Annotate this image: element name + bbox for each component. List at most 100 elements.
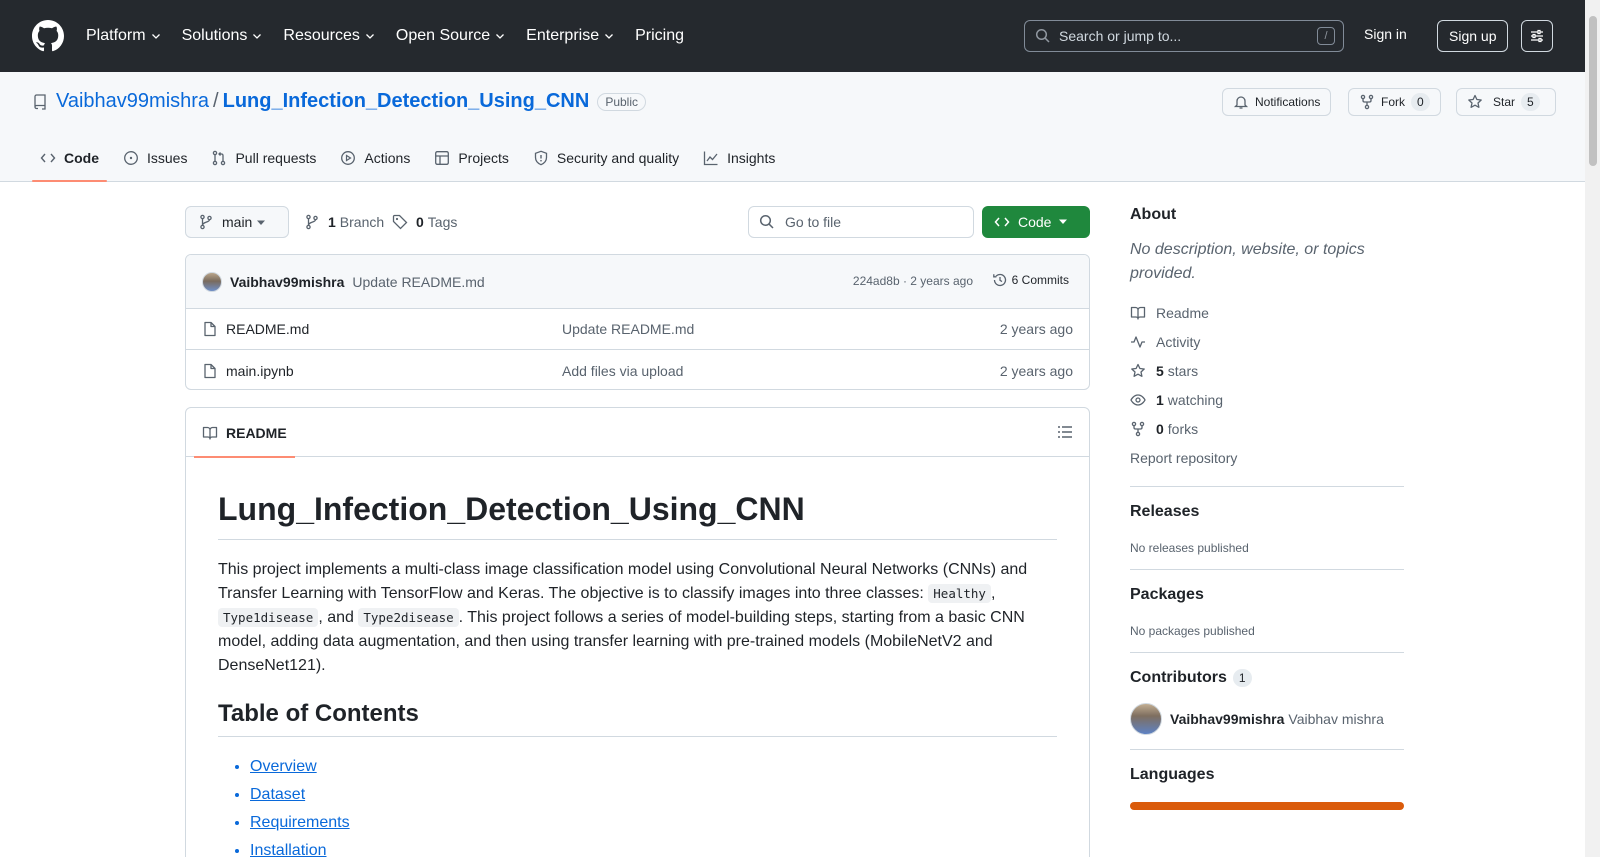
divider	[1130, 652, 1404, 653]
forks-count: 0	[1156, 420, 1164, 437]
tab-pull-requests[interactable]: Pull requests	[203, 138, 324, 182]
search-icon	[1035, 28, 1050, 43]
avatar[interactable]	[202, 271, 222, 292]
file-name[interactable]: README.md	[226, 321, 562, 337]
packages-heading[interactable]: Packages	[1130, 586, 1404, 604]
readme-content: Lung_Infection_Detection_Using_CNN This …	[186, 457, 1089, 857]
repo-owner-link[interactable]: Vaibhav99mishra	[56, 90, 209, 113]
sign-in-link[interactable]: Sign in	[1364, 26, 1407, 42]
watching-label: watching	[1167, 391, 1224, 408]
toc-link-installation[interactable]: Installation	[250, 842, 327, 857]
file-icon	[204, 321, 216, 337]
tab-actions[interactable]: Actions	[332, 138, 418, 182]
divider	[1130, 569, 1404, 570]
branches-link[interactable]: 1 Branch	[304, 214, 384, 230]
scrollbar-thumb[interactable]	[1589, 16, 1597, 166]
nav-solutions[interactable]: Solutions	[182, 27, 264, 45]
star-button[interactable]: Star 5	[1456, 88, 1556, 116]
divider	[1130, 749, 1404, 750]
inline-code: Type2disease	[358, 608, 459, 627]
readme-link[interactable]: Readme	[1130, 298, 1404, 327]
file-date: 2 years ago	[999, 362, 1073, 379]
readme-intro: This project implements a multi-class im…	[218, 558, 1057, 678]
toc-link-overview[interactable]: Overview	[250, 758, 317, 775]
file-row[interactable]: README.md Update README.md 2 years ago	[186, 309, 1089, 350]
inline-code: Healthy	[928, 584, 991, 603]
file-commit-message[interactable]: Update README.md	[562, 321, 694, 337]
file-row[interactable]: main.ipynb Add files via upload 2 years …	[186, 350, 1089, 389]
readme-header: README	[186, 408, 1089, 458]
toc-link-dataset[interactable]: Dataset	[250, 786, 305, 803]
code-button-label: Code	[1018, 214, 1052, 230]
list-icon[interactable]	[1057, 424, 1073, 440]
avatar[interactable]	[1130, 703, 1162, 735]
search-icon	[759, 214, 774, 229]
fork-icon	[1360, 94, 1374, 110]
menu-button[interactable]	[1521, 20, 1553, 52]
file-commit-message[interactable]: Add files via upload	[562, 363, 683, 379]
nav-label: Enterprise	[526, 27, 600, 44]
intro-separator: ,	[990, 585, 996, 602]
history-icon	[992, 273, 1006, 287]
readme-tab[interactable]: README	[194, 408, 295, 458]
nav-label: Open Source	[395, 27, 491, 44]
divider	[1130, 486, 1404, 487]
repo-name-link[interactable]: Lung_Infection_Detection_Using_CNN	[223, 90, 590, 113]
notifications-button[interactable]: Notifications	[1222, 88, 1332, 116]
tags-link[interactable]: 0 Tags	[392, 214, 457, 230]
toc-link-requirements[interactable]: Requirements	[250, 814, 350, 831]
toc-list: Overview Dataset Requirements Installati…	[218, 753, 1057, 857]
tab-projects[interactable]: Projects	[426, 138, 517, 182]
commits-link[interactable]: 6 Commits	[992, 272, 1069, 288]
repo-tabs: Code Issues Pull requests Actions Projec…	[32, 138, 791, 182]
github-logo-icon[interactable]	[32, 20, 64, 52]
nav-pricing[interactable]: Pricing	[635, 27, 684, 45]
go-to-file-input[interactable]: Go to file	[748, 206, 974, 238]
fork-label: Fork	[1381, 95, 1405, 109]
commit-author[interactable]: Vaibhav99mishra	[230, 274, 344, 290]
star-count: 5	[1521, 93, 1540, 111]
tab-label: Issues	[147, 150, 188, 166]
branch-name: main	[222, 214, 253, 230]
report-label: Report repository	[1130, 449, 1238, 466]
tab-code[interactable]: Code	[32, 138, 107, 182]
tab-insights[interactable]: Insights	[695, 138, 783, 182]
nav-open-source[interactable]: Open Source	[396, 27, 506, 45]
contributor-item[interactable]: Vaibhav99mishra Vaibhav mishra	[1130, 703, 1404, 735]
packages-empty: No packages published	[1130, 624, 1255, 638]
language-bar	[1130, 802, 1404, 810]
fork-button[interactable]: Fork 0	[1348, 88, 1441, 116]
commit-message[interactable]: Update README.md	[352, 274, 484, 290]
readme-link-label: Readme	[1156, 304, 1209, 321]
file-name[interactable]: main.ipynb	[226, 363, 562, 379]
releases-heading[interactable]: Releases	[1130, 503, 1404, 521]
caret-down-icon	[257, 220, 265, 225]
nav-platform[interactable]: Platform	[86, 27, 162, 45]
toc-heading: Table of Contents	[218, 700, 1057, 737]
repo-icon	[34, 93, 46, 110]
contributors-heading[interactable]: Contributors 1	[1130, 669, 1404, 687]
readme-panel: README Lung_Infection_Detection_Using_CN…	[185, 407, 1090, 857]
branch-selector[interactable]: main	[185, 206, 289, 238]
activity-link[interactable]: Activity	[1130, 327, 1404, 356]
nav-resources[interactable]: Resources	[283, 27, 375, 45]
watching-link[interactable]: 1 watching	[1130, 385, 1404, 414]
commit-sha-time[interactable]: 224ad8b · 2 years ago	[853, 274, 973, 288]
nav-enterprise[interactable]: Enterprise	[526, 27, 615, 45]
global-search-input[interactable]: Search or jump to... /	[1024, 20, 1344, 52]
nav-label: Solutions	[181, 27, 248, 44]
stars-link[interactable]: 5 stars	[1130, 356, 1404, 385]
graph-icon	[703, 151, 718, 166]
code-download-button[interactable]: Code	[982, 206, 1090, 238]
tab-security[interactable]: Security and quality	[525, 138, 687, 182]
contributor-login[interactable]: Vaibhav99mishra	[1170, 711, 1284, 727]
tab-issues[interactable]: Issues	[115, 138, 195, 182]
search-shortcut-key: /	[1317, 27, 1335, 45]
forks-link[interactable]: 0 forks	[1130, 414, 1404, 443]
stars-count: 5	[1156, 362, 1164, 379]
star-icon	[1131, 363, 1145, 377]
report-repository-link[interactable]: Report repository	[1130, 443, 1404, 472]
chevron-down-icon	[605, 34, 614, 39]
sign-up-button[interactable]: Sign up	[1437, 20, 1509, 52]
file-browser: Vaibhav99mishra Update README.md 224ad8b…	[185, 254, 1090, 390]
